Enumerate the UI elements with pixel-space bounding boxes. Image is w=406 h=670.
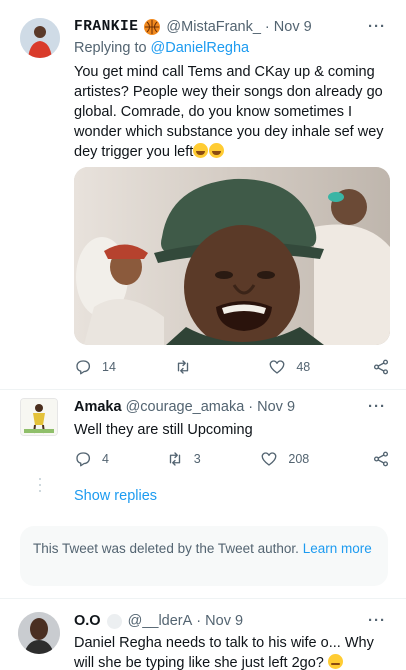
tweet2-share-button[interactable] (372, 450, 390, 468)
tweet-amaka[interactable]: Amaka @courage_amaka · Nov 9 ··· Well th… (0, 390, 406, 520)
divider (0, 598, 406, 599)
tweet1-reply-count: 14 (102, 360, 116, 374)
retweet-icon (177, 360, 188, 374)
tweet2-like-count: 208 (288, 452, 310, 466)
tweet1-share-button[interactable] (372, 358, 390, 376)
learn-more-link[interactable]: Learn more (303, 541, 372, 556)
reply-icon (76, 360, 91, 375)
tweet1-like-button[interactable]: 48 (268, 358, 372, 376)
crying-man-photo (74, 167, 390, 345)
deleted-tweet-text: This Tweet was deleted by the Tweet auth… (33, 541, 299, 556)
tweet3-display-name[interactable]: O.O (74, 613, 101, 629)
tweet2-actions: 4 3 208 (74, 450, 390, 468)
avatar-amaka-image (21, 399, 57, 435)
tweet-frankie[interactable]: FRANKIE @MistaFrank_ · Nov 9 ··· Replyin… (0, 0, 406, 390)
tweet1-handle[interactable]: @MistaFrank_ (166, 19, 261, 35)
tweet1-reply-button[interactable]: 14 (74, 358, 174, 376)
joy-emoji (193, 143, 209, 158)
tweet-oo[interactable]: O.O @__lderA · Nov 9 ··· Daniel Regha ne… (0, 600, 406, 670)
tweet2-retweet-count: 3 (193, 452, 201, 466)
share-icon (373, 359, 389, 375)
avatar-frankie-image (20, 18, 60, 58)
tweet1-text: You get mind call Tems and CKay up & com… (74, 64, 384, 160)
replying-to-link[interactable]: @DanielRegha (151, 40, 250, 56)
tweet3-date[interactable]: · Nov 9 (196, 613, 243, 629)
tweet2-reply-count: 4 (102, 452, 109, 466)
avatar-frankie[interactable] (20, 18, 60, 58)
tweet2-retweet-button[interactable]: 3 (166, 450, 261, 468)
deleted-tweet-notice: This Tweet was deleted by the Tweet auth… (20, 526, 388, 586)
show-replies-link[interactable]: Show replies (74, 488, 157, 504)
tweet2-date[interactable]: · Nov 9 (248, 399, 295, 415)
tweet2-display-name[interactable]: Amaka (74, 399, 122, 415)
tweet2-more-button[interactable]: ··· (368, 398, 386, 415)
avatar-oo[interactable] (18, 612, 60, 654)
tweet1-media-photo[interactable] (74, 167, 390, 345)
basketball-icon (144, 19, 161, 35)
replying-to-prefix: Replying to (74, 40, 147, 56)
tweet1-retweet-button[interactable] (174, 358, 269, 376)
tweet2-like-button[interactable]: 208 (260, 450, 372, 468)
thread-dotted-line (39, 478, 41, 496)
tweet1-actions: 14 48 (74, 358, 390, 376)
reply-icon (76, 452, 91, 467)
avatar-amaka[interactable] (20, 398, 58, 436)
heart-icon (261, 452, 277, 466)
tweet2-text: Well they are still Upcoming (74, 422, 253, 438)
share-icon (373, 451, 389, 467)
tweet2-handle[interactable]: @courage_amaka (126, 399, 245, 415)
verified-placeholder-icon (106, 613, 122, 629)
tweet1-display-name[interactable]: FRANKIE (74, 19, 138, 35)
tweet3-handle[interactable]: @__lderA (128, 613, 193, 629)
avatar-oo-image (18, 612, 60, 654)
tweet1-date[interactable]: · Nov 9 (265, 19, 312, 35)
tweet3-more-button[interactable]: ··· (368, 612, 386, 629)
tweet1-like-count: 48 (296, 360, 311, 374)
heart-icon (269, 360, 285, 374)
tweet2-reply-button[interactable]: 4 (74, 450, 166, 468)
pensive-emoji (327, 654, 343, 669)
tweet1-more-button[interactable]: ··· (368, 18, 386, 35)
retweet-icon (169, 452, 180, 466)
joy-emoji (209, 143, 225, 158)
